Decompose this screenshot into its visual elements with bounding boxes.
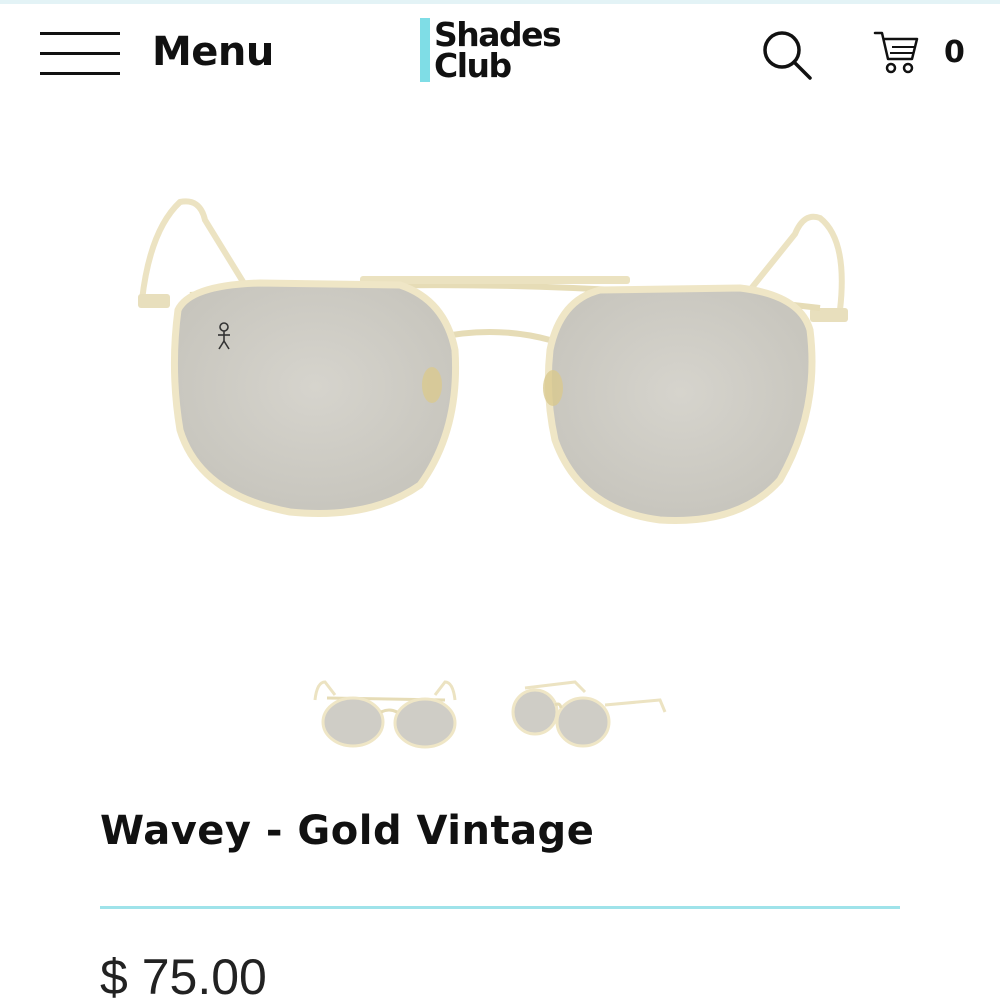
title-divider (100, 906, 900, 909)
menu-label: Menu (152, 29, 274, 75)
cart-button[interactable]: 0 (872, 24, 982, 80)
site-logo[interactable]: Shades Club (420, 18, 590, 82)
product-price: $ 75.00 (100, 949, 267, 1005)
thumbnail-angled-view[interactable] (505, 670, 675, 760)
product-title: Wavey - Gold Vintage (100, 808, 595, 854)
site-header: Menu Shades Club 0 (0, 0, 1000, 110)
menu-button[interactable]: Menu (40, 22, 310, 82)
hamburger-icon[interactable] (40, 26, 120, 78)
cart-icon[interactable] (872, 27, 922, 77)
logo-line-2: Club (434, 46, 512, 85)
thumbnail-front-view[interactable] (305, 670, 465, 760)
product-thumbnails (305, 670, 675, 760)
logo-accent-bar (420, 18, 430, 82)
product-main-image[interactable] (120, 190, 880, 540)
cart-count: 0 (944, 34, 965, 70)
search-icon[interactable] (760, 28, 816, 84)
